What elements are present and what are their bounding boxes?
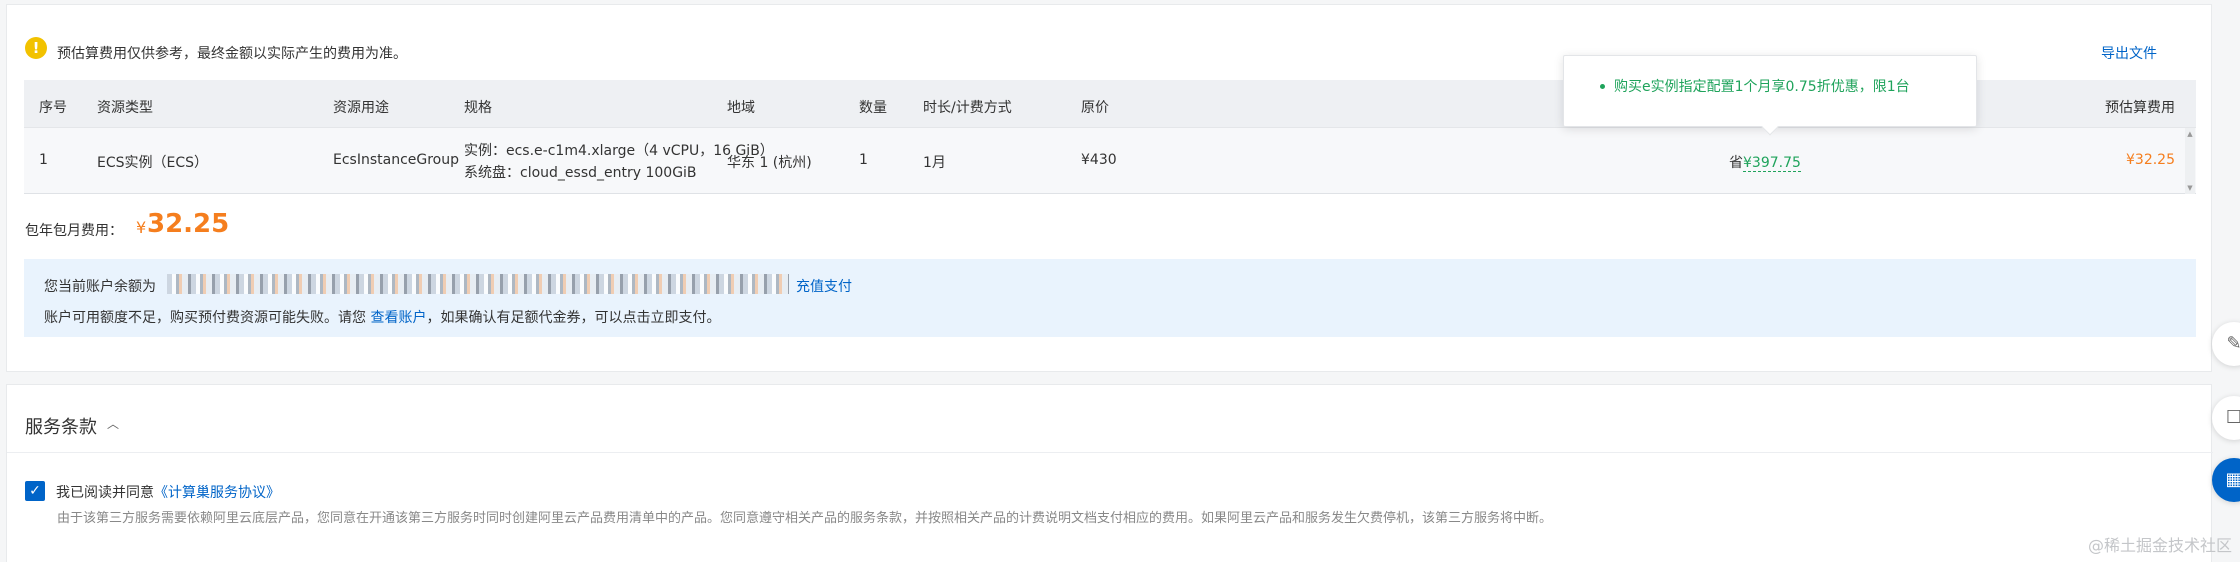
agree-checkbox[interactable]: ✓ bbox=[25, 481, 45, 501]
row-quantity: 1 bbox=[859, 152, 868, 168]
scroll-down-arrow-icon[interactable]: ▼ bbox=[2185, 184, 2195, 192]
discount-prefix: 省 bbox=[1729, 155, 1743, 171]
col-estimated-cost: 预估算费用 bbox=[2105, 100, 2175, 116]
recharge-pay-link[interactable]: 充值支付 bbox=[796, 276, 852, 296]
col-original-price: 原价 bbox=[1081, 100, 1109, 116]
divider bbox=[7, 452, 2213, 453]
warning-icon: ! bbox=[25, 37, 47, 59]
col-region: 地域 bbox=[727, 100, 755, 116]
agree-text: 我已阅读并同意《计算巢服务协议》 bbox=[56, 482, 280, 502]
chevron-up-icon[interactable]: ︿ bbox=[107, 415, 119, 432]
insufficient-suffix: ，如果确认有足额代金券，可以点击立即支付。 bbox=[426, 310, 721, 326]
col-resource-usage: 资源用途 bbox=[333, 100, 389, 116]
balance-notice: 您当前账户余额为 充值支付 账户可用额度不足，购买预付费资源可能失败。请您 查看… bbox=[24, 259, 2196, 337]
col-quantity: 数量 bbox=[859, 100, 887, 116]
row-duration: 1月 bbox=[923, 155, 946, 171]
total-value: 32.25 bbox=[147, 209, 230, 239]
agree-prefix: 我已阅读并同意 bbox=[56, 485, 154, 501]
total-label: 包年包月费用： bbox=[25, 223, 123, 239]
row-region: 华东 1 (杭州) bbox=[727, 155, 812, 171]
estimate-notice: 预估算费用仅供参考，最终金额以实际产生的费用为准。 bbox=[57, 46, 407, 62]
insufficient-balance-text: 账户可用额度不足，购买预付费资源可能失败。请您 查看账户，如果确认有足额代金券，… bbox=[44, 307, 720, 327]
row-resource-type: ECS实例（ECS） bbox=[97, 155, 209, 171]
tooltip-text: 购买e实例指定配置1个月享0.75折优惠，限1台 bbox=[1614, 79, 1910, 95]
table-row: 1 ECS实例（ECS） EcsInstanceGroup 实例：ecs.e-c… bbox=[24, 128, 2196, 194]
row-original-price: ¥430 bbox=[1081, 152, 1117, 168]
row-resource-usage: EcsInstanceGroup bbox=[333, 152, 460, 168]
row-index: 1 bbox=[39, 152, 48, 168]
watermark: @稀土掘金技术社区 bbox=[2087, 536, 2232, 555]
row-spec-disk: 系统盘：cloud_essd_entry 100GiB bbox=[464, 165, 697, 181]
view-account-link[interactable]: 查看账户 bbox=[370, 310, 426, 326]
bullet-dot-icon bbox=[1600, 84, 1605, 89]
scroll-up-arrow-icon[interactable]: ▲ bbox=[2185, 130, 2195, 138]
insufficient-prefix: 账户可用额度不足，购买预付费资源可能失败。请您 bbox=[44, 310, 371, 326]
agreement-link[interactable]: 《计算巢服务协议》 bbox=[154, 485, 280, 501]
service-terms-card: 服务条款 ︿ ✓ 我已阅读并同意《计算巢服务协议》 由于该第三方服务需要依赖阿里… bbox=[6, 384, 2213, 562]
redacted-balance bbox=[167, 274, 789, 294]
export-file-link[interactable]: 导出文件 bbox=[2101, 43, 2157, 63]
total-currency: ¥ bbox=[136, 218, 147, 237]
table-scrollbar[interactable]: ▲ ▼ bbox=[2185, 128, 2195, 194]
col-index: 序号 bbox=[39, 100, 67, 116]
grid-icon[interactable]: ▦ bbox=[2212, 458, 2240, 502]
terms-title: 服务条款 bbox=[25, 417, 97, 438]
balance-label: 您当前账户余额为 bbox=[44, 279, 156, 295]
discount-tooltip: 购买e实例指定配置1个月享0.75折优惠，限1台 bbox=[1563, 55, 1977, 136]
feedback-icon[interactable]: ☐ bbox=[2212, 396, 2240, 440]
col-spec: 规格 bbox=[464, 100, 492, 116]
col-resource-type: 资源类型 bbox=[97, 100, 153, 116]
edit-icon[interactable]: ✎ bbox=[2212, 322, 2240, 366]
cost-estimate-card: ! 预估算费用仅供参考，最终金额以实际产生的费用为准。 导出文件 序号 资源类型… bbox=[6, 4, 2212, 372]
row-discount[interactable]: 省¥397.75 bbox=[1729, 152, 1801, 172]
col-duration: 时长/计费方式 bbox=[923, 100, 1012, 116]
discount-amount[interactable]: ¥397.75 bbox=[1743, 155, 1801, 172]
row-estimated-cost: ¥32.25 bbox=[2126, 152, 2175, 168]
terms-description: 由于该第三方服务需要依赖阿里云底层产品，您同意在开通该第三方服务时同时创建阿里云… bbox=[57, 511, 1553, 526]
